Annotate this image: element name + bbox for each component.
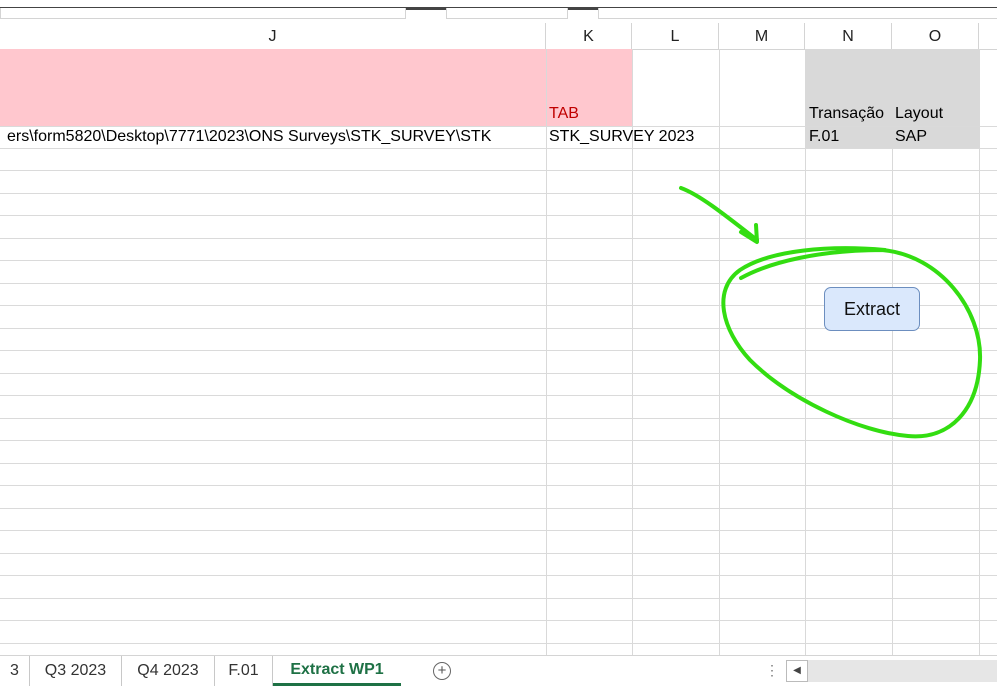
cell-n-transacao[interactable]: Transação [809,105,884,123]
cell-o-sap[interactable]: SAP [895,128,927,146]
scroll-left-icon[interactable]: ◀ [786,660,808,682]
column-header-j[interactable]: J [0,23,546,49]
sheet-tab-q4-2023[interactable]: Q4 2023 [122,656,215,686]
top-toolbar [0,0,997,22]
column-header-o[interactable]: O [892,23,979,49]
sheet-tab-extract-wp1[interactable]: Extract WP1 [273,656,401,686]
sheet-tab-q3-2023[interactable]: Q3 2023 [30,656,122,686]
sheet-tab-bar: 3 Q3 2023 Q4 2023 F.01 Extract WP1 + ⋮ ◀ [0,655,997,687]
column-header-l[interactable]: L [632,23,719,49]
cell-o-layout[interactable]: Layout [895,105,943,123]
tab-splitter-icon[interactable]: ⋮ [765,662,779,679]
column-header-row: J K L M N O [0,23,997,50]
column-header-m[interactable]: M [719,23,805,49]
column-header-k[interactable]: K [546,23,632,49]
cell-k-survey[interactable]: STK_SURVEY 2023 [549,128,694,146]
column-header-n[interactable]: N [805,23,892,49]
horizontal-scrollbar[interactable] [808,660,997,682]
extract-button[interactable]: Extract [824,287,920,331]
cell-k-tab-label[interactable]: TAB [549,105,579,123]
formula-bar[interactable] [598,8,997,19]
sheet-tab-q2-partial[interactable]: 3 [0,656,30,686]
add-sheet-icon[interactable]: + [433,662,451,680]
sheet-tab-f01[interactable]: F.01 [215,656,273,686]
name-box[interactable] [0,8,406,19]
cell-j-path[interactable]: ers\form5820\Desktop\7771\2023\ONS Surve… [7,128,546,146]
cell-n-f01[interactable]: F.01 [809,128,839,146]
column-header-p[interactable] [979,23,997,49]
formula-controls[interactable] [446,8,568,19]
